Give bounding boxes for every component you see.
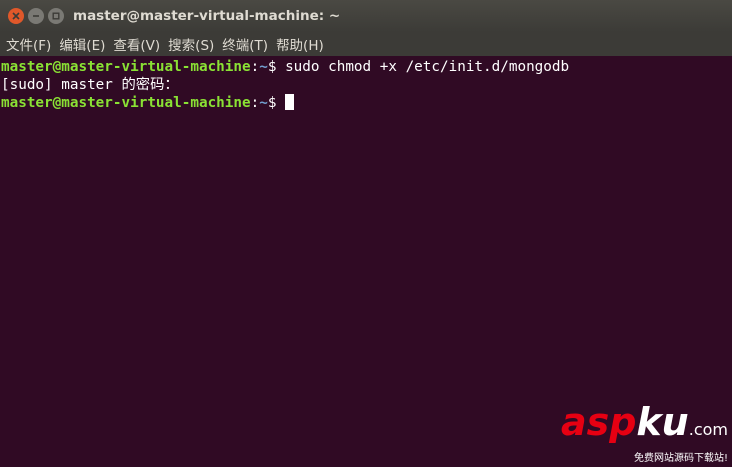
- prompt-path: ~: [259, 59, 268, 75]
- terminal-line: [sudo] master 的密码：: [1, 76, 732, 94]
- prompt-path: ~: [259, 95, 268, 111]
- window-title: master@master-virtual-machine: ~: [73, 8, 341, 24]
- prompt-symbol: $: [267, 95, 286, 111]
- close-icon: [12, 12, 20, 20]
- menu-edit[interactable]: 编辑(E): [59, 34, 105, 54]
- menu-terminal[interactable]: 终端(T): [222, 34, 268, 54]
- prompt-colon: :: [250, 95, 260, 111]
- watermark-brand-asp: asp: [560, 400, 637, 444]
- watermark-tagline: 免费网站源码下载站!: [633, 453, 728, 464]
- window-controls: [8, 8, 64, 24]
- title-bar[interactable]: master@master-virtual-machine: ~: [0, 0, 732, 32]
- menu-file[interactable]: 文件(F): [6, 34, 51, 54]
- maximize-button[interactable]: [48, 8, 64, 24]
- terminal-cursor: [285, 94, 295, 110]
- watermark-brand-ku: ku: [636, 400, 689, 444]
- prompt-user-host: master@master-virtual-machine: [1, 59, 251, 75]
- watermark: aspku.com 免费网站源码下载站!: [561, 403, 728, 464]
- menu-view[interactable]: 查看(V): [113, 34, 160, 54]
- maximize-icon: [52, 12, 60, 20]
- output-text: [sudo] master 的密码：: [1, 77, 179, 93]
- menu-search[interactable]: 搜索(S): [168, 34, 214, 54]
- prompt-colon: :: [250, 59, 260, 75]
- menu-bar: 文件(F) 编辑(E) 查看(V) 搜索(S) 终端(T) 帮助(H): [0, 32, 732, 56]
- minimize-icon: [33, 15, 39, 17]
- terminal-line: master@master-virtual-machine:~$: [1, 94, 732, 112]
- terminal-line: master@master-virtual-machine:~$ sudo ch…: [1, 58, 732, 76]
- watermark-brand-com: .com: [688, 420, 728, 439]
- menu-help[interactable]: 帮助(H): [276, 34, 324, 54]
- close-button[interactable]: [8, 8, 24, 24]
- command-text: sudo chmod +x /etc/init.d/mongodb: [285, 59, 570, 75]
- minimize-button[interactable]: [28, 8, 44, 24]
- prompt-user-host: master@master-virtual-machine: [1, 95, 251, 111]
- prompt-symbol: $: [267, 59, 286, 75]
- watermark-logo: aspku.com: [561, 403, 728, 447]
